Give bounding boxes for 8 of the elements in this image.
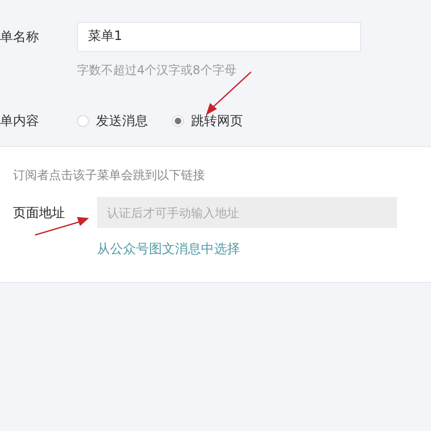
menu-name-field[interactable]: 菜单1 bbox=[77, 22, 361, 52]
radio-option[interactable]: 跳转网页 bbox=[172, 112, 243, 130]
field-label: 单内容 bbox=[0, 113, 40, 130]
radio-option[interactable]: 发送消息 bbox=[77, 112, 148, 130]
description-text: 订阅者点击该子菜单会跳到以下链接 bbox=[13, 167, 206, 184]
hint-text: 字数不超过4个汉字或8个字母 bbox=[77, 62, 238, 79]
field-label: 单名称 bbox=[0, 29, 40, 46]
field-label: 页面地址 bbox=[13, 204, 66, 222]
